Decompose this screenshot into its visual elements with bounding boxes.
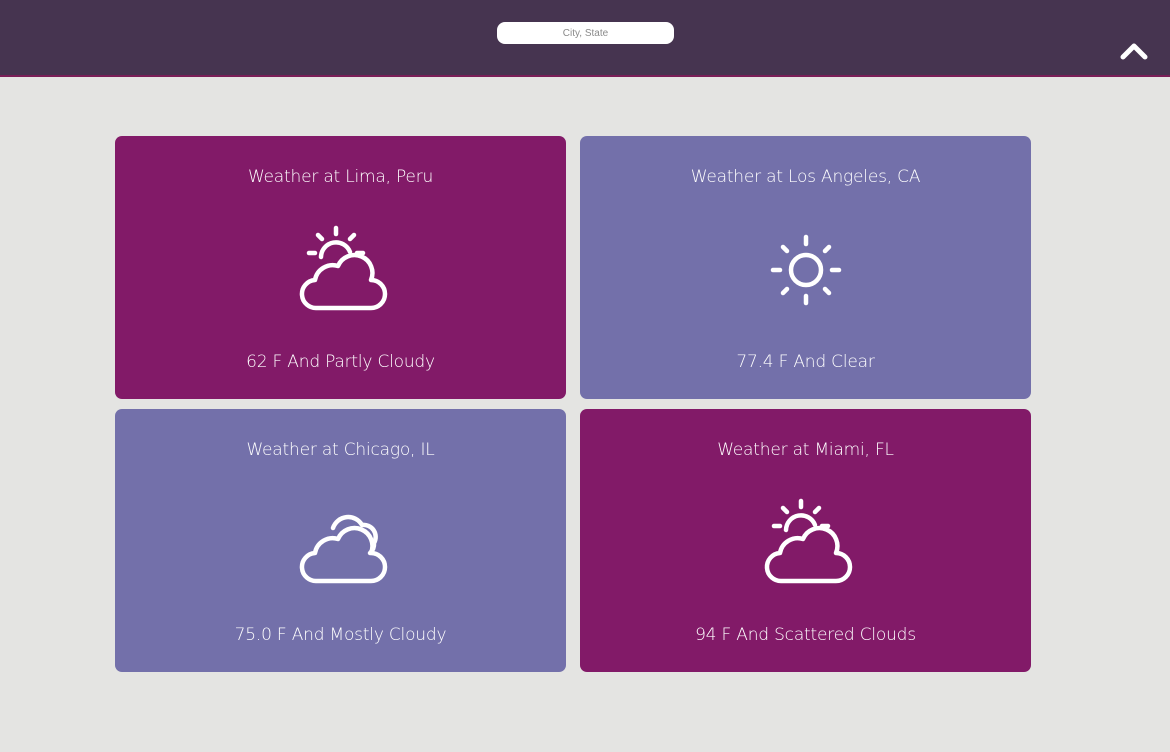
city-search-input[interactable] bbox=[497, 22, 674, 44]
card-title: Weather at Chicago, IL bbox=[246, 440, 435, 460]
weather-card-los-angeles[interactable]: Weather at Los Angeles, CA 77.4 F And Cl… bbox=[580, 136, 1031, 399]
cloudy-icon bbox=[291, 495, 391, 595]
card-conditions: 75.0 F And Mostly Cloudy bbox=[234, 625, 447, 645]
card-title: Weather at Lima, Peru bbox=[247, 167, 434, 187]
partly-cloudy-icon bbox=[756, 495, 856, 595]
partly-cloudy-icon bbox=[291, 222, 391, 322]
card-title: Weather at Los Angeles, CA bbox=[690, 167, 921, 187]
weather-card-chicago[interactable]: Weather at Chicago, IL 75.0 F And Mostly… bbox=[115, 409, 566, 672]
weather-card-lima[interactable]: Weather at Lima, Peru 62 F And Partly Cl… bbox=[115, 136, 566, 399]
card-title: Weather at Miami, FL bbox=[717, 440, 894, 460]
collapse-header-button[interactable] bbox=[1118, 38, 1150, 64]
sun-icon bbox=[756, 222, 856, 322]
weather-card-miami[interactable]: Weather at Miami, FL 94 F And Scattered … bbox=[580, 409, 1031, 672]
card-conditions: 62 F And Partly Cloudy bbox=[246, 352, 435, 372]
top-bar bbox=[0, 0, 1170, 77]
card-conditions: 94 F And Scattered Clouds bbox=[695, 625, 916, 645]
card-conditions: 77.4 F And Clear bbox=[736, 352, 875, 372]
chevron-up-icon bbox=[1120, 43, 1148, 60]
